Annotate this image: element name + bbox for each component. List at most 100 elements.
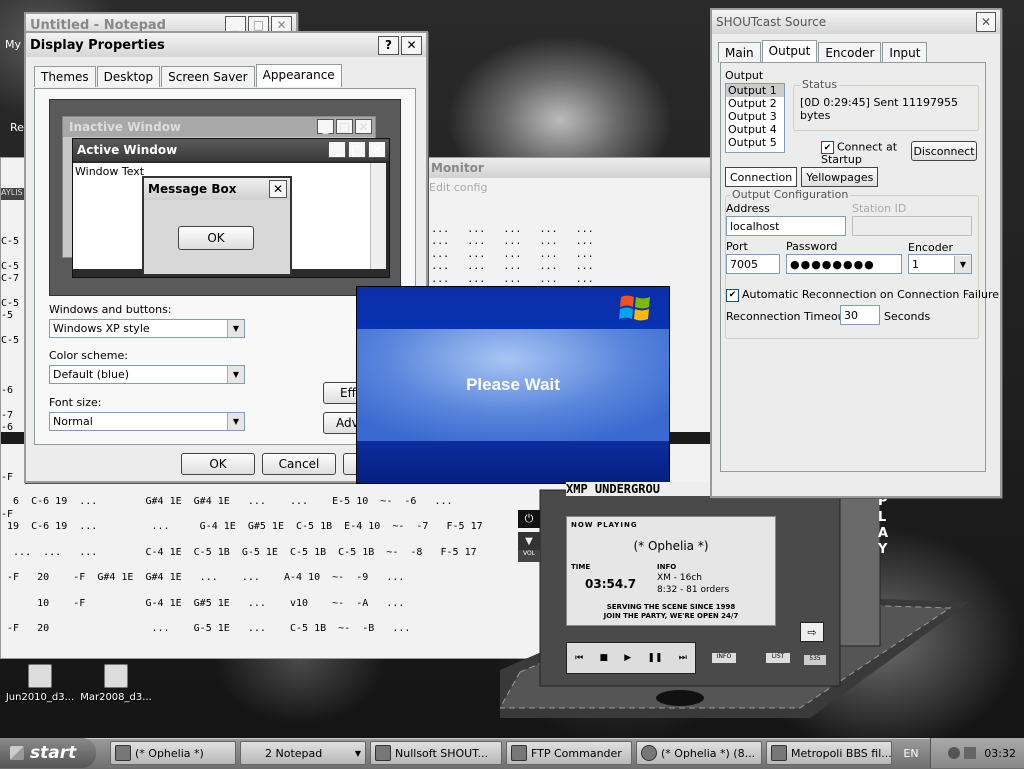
monitor-titlebar[interactable]: Monitor [429, 158, 711, 178]
shoutcast-title: SHOUTcast Source [716, 15, 827, 29]
output-list-item[interactable]: Output 1 [726, 84, 784, 97]
shoutcast-window[interactable]: SHOUTcast Source ✕ Main Output Encoder I… [710, 8, 1002, 498]
tab-screen-saver[interactable]: Screen Saver [161, 66, 255, 87]
status-group: Status [0D 0:29:45] Sent 11197955 bytes [793, 78, 979, 131]
volume-icon[interactable] [964, 747, 977, 759]
encoder-value: 1 [912, 257, 919, 271]
taskbar-item-shoutcast[interactable]: Nullsoft SHOUT... [370, 741, 502, 765]
ok-button[interactable]: OK [181, 453, 255, 475]
taskbar-item-ophelia-xmp[interactable]: (* Ophelia *) [110, 741, 236, 765]
exit-door-icon[interactable]: ⇨ [800, 622, 824, 642]
windows-buttons-label: Windows and buttons: [49, 303, 172, 316]
tab-main[interactable]: Main [718, 42, 761, 63]
tracker-row: 10 -F G-4 1E G#5 1E ... v10 ~- -A ... [1, 597, 405, 609]
xmp-display: NOW PLAYING (* Ophelia *) TIME 03:54.7 I… [566, 516, 776, 626]
password-value: ●●●●●●●● [790, 257, 875, 271]
checkbox-checked-icon[interactable]: ✔ [726, 288, 739, 302]
output-list[interactable]: Output 1 Output 2 Output 3 Output 4 Outp… [725, 83, 785, 153]
taskbar-item-label: (* Ophelia *) [135, 746, 204, 760]
help-icon[interactable]: ? [378, 35, 399, 55]
tray-icon[interactable] [948, 747, 961, 759]
please-wait-dialog: Please Wait [356, 286, 670, 484]
status-text: [0D 0:29:45] Sent 11197955 bytes [800, 96, 958, 122]
play-icon[interactable]: ▶ [624, 653, 631, 663]
xmp-title: XMP UNDERGROU [566, 482, 712, 496]
preview-message-box: Message Box ✕ OK [142, 176, 292, 276]
player-app-icon [641, 745, 657, 761]
preview-scrollbar [370, 163, 386, 269]
close-icon[interactable]: ✕ [401, 35, 422, 55]
port-value: 7005 [730, 257, 758, 271]
password-field[interactable]: ●●●●●●●● [786, 254, 902, 274]
display-properties-titlebar[interactable]: Display Properties ? ✕ [26, 33, 426, 57]
tab-appearance[interactable]: Appearance [255, 64, 342, 87]
time-label: TIME [571, 563, 591, 571]
tab-themes[interactable]: Themes [34, 66, 96, 87]
output-label: Output [725, 69, 764, 82]
xmp-player-skin[interactable]: XMP UNDERGROU ⏻ ▼ VOL PLAY NOW PLAYING (… [500, 482, 970, 718]
status-label: Status [800, 78, 840, 91]
stop-icon[interactable]: ■ [599, 653, 608, 663]
taskbar-item-metropoli[interactable]: Metropoli BBS fil... [766, 741, 892, 765]
tab-connection[interactable]: Connection [725, 167, 798, 187]
taskbar-item-label: 2 Notepad [265, 746, 323, 760]
port-field[interactable]: 7005 [726, 254, 780, 274]
start-button[interactable]: start [0, 738, 96, 768]
color-scheme-select[interactable]: Default (blue) ▼ [49, 365, 245, 384]
chevron-down-icon[interactable]: ▼ [227, 413, 244, 430]
output-panel: Output Output 1 Output 2 Output 3 Output… [720, 62, 999, 472]
pause-icon[interactable]: ❚❚ [647, 653, 662, 663]
close-icon: ✕ [355, 119, 372, 134]
language-indicator[interactable]: EN [896, 744, 926, 762]
display-properties-tabs: Themes Desktop Screen Saver Appearance [26, 57, 426, 87]
taskbar-item-label: (* Ophelia *) (8... [661, 746, 756, 760]
auto-reconnect-checkbox[interactable]: ✔ Automatic Reconnection on Connection Fa… [726, 288, 999, 302]
taskbar-item-ophelia-player[interactable]: (* Ophelia *) (8... [636, 741, 762, 765]
desktop-icon-mar2008[interactable]: Mar2008_d3... [76, 664, 156, 703]
close-icon[interactable]: ✕ [976, 12, 996, 32]
power-icon[interactable]: ⏻ [518, 510, 540, 528]
close-icon: ✕ [269, 180, 287, 198]
address-field[interactable]: localhost [726, 216, 846, 236]
info-sign[interactable]: INFO [712, 653, 736, 663]
shoutcast-app-icon [375, 745, 391, 761]
tab-yellowpages[interactable]: Yellowpages [801, 167, 879, 187]
connect-at-startup-checkbox[interactable]: ✔ Connect at Startup [821, 141, 907, 166]
desktop-icon-jun2010[interactable]: Jun2010_d3... [0, 664, 80, 703]
output-list-item[interactable]: Output 5 [726, 136, 784, 149]
seconds-label: Seconds [884, 310, 931, 323]
preview-active-titlebar: Active Window _ □ ✕ [73, 139, 389, 161]
reconnect-timeout-field[interactable]: 30 [840, 305, 880, 325]
chevron-down-icon[interactable]: ▼ [227, 320, 244, 337]
cancel-button[interactable]: Cancel [262, 453, 336, 475]
encoder-select[interactable]: 1 ▼ [908, 254, 972, 274]
appearance-preview: Inactive Window _ □ ✕ Active Window _ □ … [49, 99, 401, 296]
tab-encoder[interactable]: Encoder [818, 42, 882, 63]
play-sign[interactable]: PLAY [878, 494, 892, 574]
close-icon: ✕ [368, 141, 386, 158]
minimize-icon: _ [328, 141, 346, 158]
tab-desktop[interactable]: Desktop [96, 66, 161, 87]
clock[interactable]: 03:32 [984, 747, 1016, 760]
output-list-item[interactable]: Output 4 [726, 123, 784, 136]
vol-label: VOL [518, 550, 540, 562]
windows-buttons-select[interactable]: Windows XP style ▼ [49, 319, 245, 338]
taskbar-item-ftp-commander[interactable]: FTP Commander [506, 741, 632, 765]
taskbar-item-notepad[interactable]: 2 Notepad ▼ [240, 741, 366, 765]
previous-icon[interactable]: ⏮ [575, 653, 583, 663]
list-sign[interactable]: LIST [766, 653, 790, 663]
disconnect-button[interactable]: Disconnect [911, 141, 977, 161]
shoutcast-titlebar[interactable]: SHOUTcast Source ✕ [712, 10, 1000, 34]
volume-down-icon[interactable]: ▼ [518, 532, 540, 550]
tab-output[interactable]: Output [761, 40, 818, 63]
next-icon[interactable]: ⏭ [679, 653, 687, 663]
edit-config-link[interactable]: Edit config [429, 181, 487, 194]
chevron-down-icon[interactable]: ▼ [227, 366, 244, 383]
output-list-item[interactable]: Output 2 [726, 97, 784, 110]
tab-input[interactable]: Input [882, 42, 928, 63]
tracker-row: 6 C-6 19 ... G#4 1E G#4 1E ... ... E-5 1… [1, 496, 453, 507]
number-sign: 535 [804, 655, 826, 665]
font-size-select[interactable]: Normal ▼ [49, 412, 245, 431]
chevron-down-icon[interactable]: ▼ [954, 255, 971, 273]
output-list-item[interactable]: Output 3 [726, 110, 784, 123]
